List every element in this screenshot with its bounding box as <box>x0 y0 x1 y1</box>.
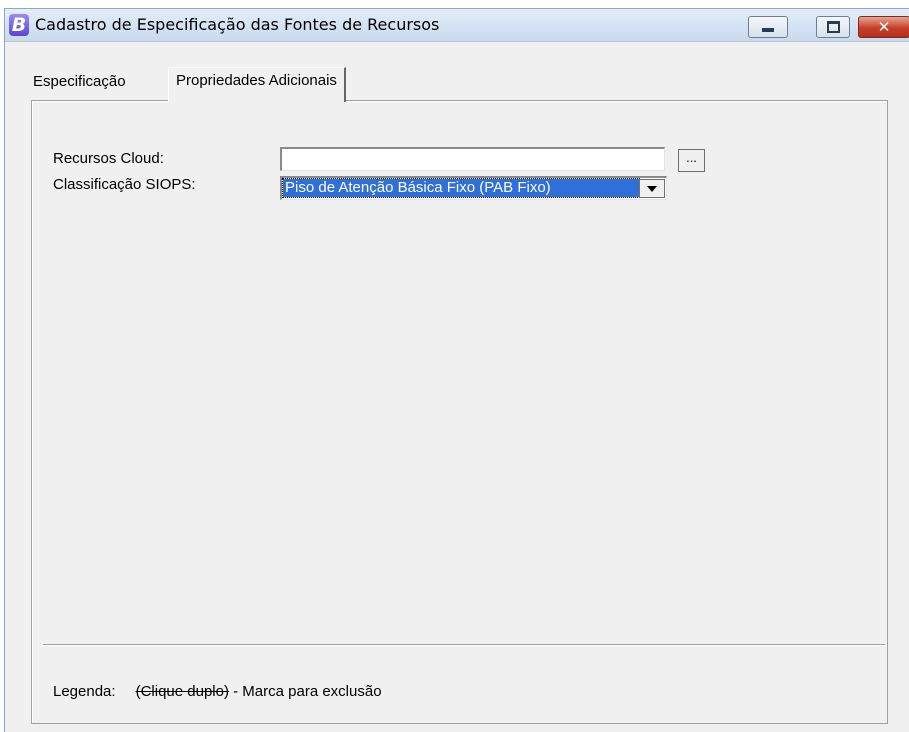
classificacao-siops-select[interactable]: Piso de Atenção Básica Fixo (PAB Fixo) <box>280 176 667 200</box>
tab-page-propriedades: Recursos Cloud: ... Classificação SIOPS:… <box>31 100 888 724</box>
title-bar[interactable]: B Cadastro de Especificação das Fontes d… <box>5 9 909 42</box>
classificacao-siops-label: Classificação SIOPS: <box>53 176 196 193</box>
legend: Legenda: (Clique duplo) - Marca para excl… <box>53 683 382 700</box>
legend-label: Legenda: <box>53 683 116 700</box>
classificacao-siops-value: Piso de Atenção Básica Fixo (PAB Fixo) <box>282 178 640 198</box>
recursos-cloud-browse-button[interactable]: ... <box>678 149 705 172</box>
legend-strike-example: (Clique duplo) <box>135 683 229 700</box>
maximize-icon <box>826 21 840 33</box>
minimize-button[interactable] <box>748 16 788 38</box>
tab-propriedades-adicionais[interactable]: Propriedades Adicionais <box>168 67 346 102</box>
recursos-cloud-input[interactable] <box>280 147 665 171</box>
close-icon: ✕ <box>877 18 891 36</box>
minimize-icon <box>762 28 774 32</box>
dropdown-button[interactable] <box>639 179 665 198</box>
app-window: B Cadastro de Especificação das Fontes d… <box>4 8 909 732</box>
chevron-down-icon <box>647 185 657 192</box>
tab-especificacao[interactable]: Especificação <box>28 71 131 94</box>
close-button[interactable]: ✕ <box>858 16 909 38</box>
legend-divider <box>43 644 885 646</box>
recursos-cloud-label: Recursos Cloud: <box>53 150 164 167</box>
window-title: Cadastro de Especificação das Fontes de … <box>35 15 440 34</box>
legend-description: - Marca para exclusão <box>228 683 382 700</box>
app-logo-icon: B <box>9 14 29 36</box>
maximize-button[interactable] <box>816 16 850 38</box>
